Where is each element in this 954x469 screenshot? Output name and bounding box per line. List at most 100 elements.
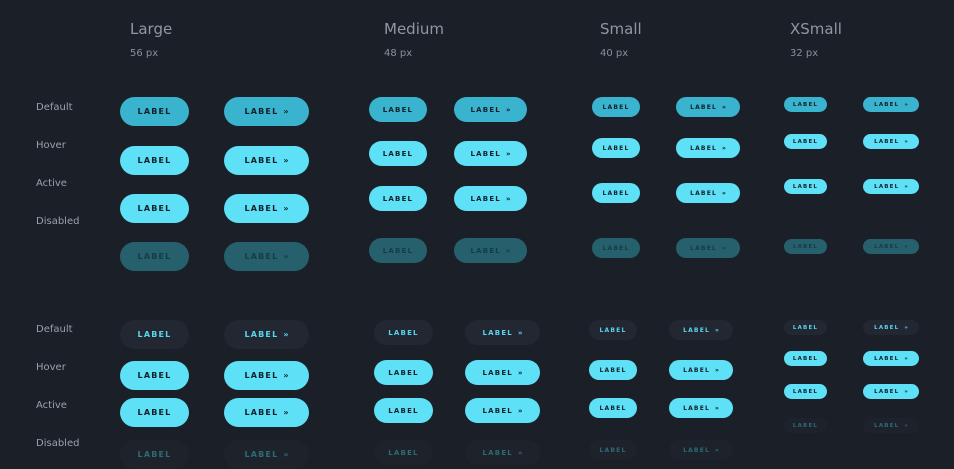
filled-xs-hover-button[interactable]: LABEL <box>784 134 827 149</box>
ghost-lg-hover-arrow-button[interactable]: LABEL » <box>224 361 309 390</box>
ghost-xs-hover-button[interactable]: LABEL <box>784 351 827 366</box>
button-label: LABEL <box>137 371 172 380</box>
filled-xs-default-button[interactable]: LABEL <box>784 97 827 112</box>
chevron-double-right-icon: » <box>283 107 289 116</box>
chevron-double-right-icon: » <box>904 355 908 362</box>
ghost-lg-active-arrow-button[interactable]: LABEL » <box>224 398 309 427</box>
filled-lg-default-button[interactable]: LABEL <box>120 97 189 126</box>
chevron-double-right-icon: » <box>715 446 719 454</box>
ghost-md-active-arrow-button[interactable]: LABEL » <box>465 398 540 423</box>
chevron-double-right-icon: » <box>283 371 289 380</box>
button-label: LABEL <box>683 404 711 412</box>
button-label: LABEL <box>690 244 718 252</box>
state-label-active: Active <box>36 400 67 411</box>
chevron-double-right-icon: » <box>715 366 719 374</box>
state-label-hover: Hover <box>36 140 66 151</box>
chevron-double-right-icon: » <box>904 324 908 331</box>
header-xsmall: XSmall 32 px <box>790 20 842 59</box>
button-label: LABEL <box>602 103 630 111</box>
button-label: LABEL <box>137 450 172 459</box>
ghost-md-default-arrow-button[interactable]: LABEL » <box>465 320 540 345</box>
filled-lg-active-button[interactable]: LABEL <box>120 194 189 223</box>
button-label: LABEL <box>382 105 414 114</box>
ghost-md-default-button[interactable]: LABEL <box>374 320 433 345</box>
state-label-active: Active <box>36 178 67 189</box>
ghost-xs-default-button[interactable]: LABEL <box>784 320 827 335</box>
size-title: Small <box>600 20 642 38</box>
filled-sm-active-button[interactable]: LABEL <box>592 183 640 203</box>
chevron-double-right-icon: » <box>517 448 523 457</box>
filled-xs-hover-arrow-button[interactable]: LABEL » <box>863 134 919 149</box>
filled-md-hover-button[interactable]: LABEL <box>369 141 427 166</box>
button-label: LABEL <box>602 189 630 197</box>
filled-sm-hover-button[interactable]: LABEL <box>592 138 640 158</box>
ghost-xs-default-arrow-button[interactable]: LABEL » <box>863 320 919 335</box>
size-title: XSmall <box>790 20 842 38</box>
button-label: LABEL <box>244 371 279 380</box>
button-label: LABEL <box>470 194 501 203</box>
filled-sm-default-button[interactable]: LABEL <box>592 97 640 117</box>
filled-sm-default-arrow-button[interactable]: LABEL » <box>676 97 740 117</box>
filled-sm-disabled-arrow-button: LABEL » <box>676 238 740 258</box>
filled-xs-disabled-arrow-button: LABEL » <box>863 239 919 254</box>
ghost-lg-default-button[interactable]: LABEL <box>120 320 189 349</box>
filled-lg-hover-button[interactable]: LABEL <box>120 146 189 175</box>
ghost-sm-active-arrow-button[interactable]: LABEL » <box>669 398 733 418</box>
filled-md-active-button[interactable]: LABEL <box>369 186 427 211</box>
chevron-double-right-icon: » <box>904 243 908 250</box>
ghost-lg-disabled-arrow-button: LABEL » <box>224 440 309 469</box>
filled-xs-disabled-button: LABEL <box>784 239 827 254</box>
state-label-disabled: Disabled <box>36 216 80 227</box>
filled-lg-hover-arrow-button[interactable]: LABEL » <box>224 146 309 175</box>
button-label: LABEL <box>388 368 419 377</box>
chevron-double-right-icon: » <box>283 330 289 339</box>
button-label: LABEL <box>690 189 718 197</box>
filled-md-default-arrow-button[interactable]: LABEL » <box>454 97 527 122</box>
filled-xs-default-arrow-button[interactable]: LABEL » <box>863 97 919 112</box>
button-label: LABEL <box>792 324 819 331</box>
button-label: LABEL <box>683 446 711 454</box>
button-label: LABEL <box>690 144 718 152</box>
button-label: LABEL <box>388 328 419 337</box>
chevron-double-right-icon: » <box>283 156 289 165</box>
filled-md-hover-arrow-button[interactable]: LABEL » <box>454 141 527 166</box>
size-subtitle: 48 px <box>384 48 413 59</box>
ghost-md-hover-button[interactable]: LABEL <box>374 360 433 385</box>
filled-xs-active-button[interactable]: LABEL <box>784 179 827 194</box>
ghost-xs-active-arrow-button[interactable]: LABEL » <box>863 384 919 399</box>
button-label: LABEL <box>137 156 172 165</box>
chevron-double-right-icon: » <box>283 450 289 459</box>
ghost-sm-hover-arrow-button[interactable]: LABEL » <box>669 360 733 380</box>
filled-lg-default-arrow-button[interactable]: LABEL » <box>224 97 309 126</box>
header-small: Small 40 px <box>600 20 642 59</box>
ghost-xs-disabled-arrow-button: LABEL » <box>863 418 919 433</box>
chevron-double-right-icon: » <box>904 388 908 395</box>
filled-lg-active-arrow-button[interactable]: LABEL » <box>224 194 309 223</box>
filled-sm-active-arrow-button[interactable]: LABEL » <box>676 183 740 203</box>
ghost-lg-hover-button[interactable]: LABEL <box>120 361 189 390</box>
filled-sm-hover-arrow-button[interactable]: LABEL » <box>676 138 740 158</box>
filled-md-default-button[interactable]: LABEL <box>369 97 427 122</box>
ghost-md-hover-arrow-button[interactable]: LABEL » <box>465 360 540 385</box>
ghost-xs-active-button[interactable]: LABEL <box>784 384 827 399</box>
ghost-lg-default-arrow-button[interactable]: LABEL » <box>224 320 309 349</box>
chevron-double-right-icon: » <box>904 138 908 145</box>
filled-md-active-arrow-button[interactable]: LABEL » <box>454 186 527 211</box>
filled-lg-disabled-button: LABEL <box>120 242 189 271</box>
ghost-md-active-button[interactable]: LABEL <box>374 398 433 423</box>
filled-xs-active-arrow-button[interactable]: LABEL » <box>863 179 919 194</box>
chevron-double-right-icon: » <box>722 244 726 252</box>
ghost-lg-active-button[interactable]: LABEL <box>120 398 189 427</box>
ghost-sm-active-button[interactable]: LABEL <box>589 398 637 418</box>
ghost-lg-disabled-button: LABEL <box>120 440 189 469</box>
filled-sm-disabled-button: LABEL <box>592 238 640 258</box>
ghost-sm-hover-button[interactable]: LABEL <box>589 360 637 380</box>
ghost-xs-hover-arrow-button[interactable]: LABEL » <box>863 351 919 366</box>
ghost-sm-default-arrow-button[interactable]: LABEL » <box>669 320 733 340</box>
button-label: LABEL <box>482 448 513 457</box>
ghost-sm-default-button[interactable]: LABEL <box>589 320 637 340</box>
state-label-default: Default <box>36 324 73 335</box>
chevron-double-right-icon: » <box>505 246 511 255</box>
size-title: Large <box>130 20 173 38</box>
size-subtitle: 56 px <box>130 48 159 59</box>
